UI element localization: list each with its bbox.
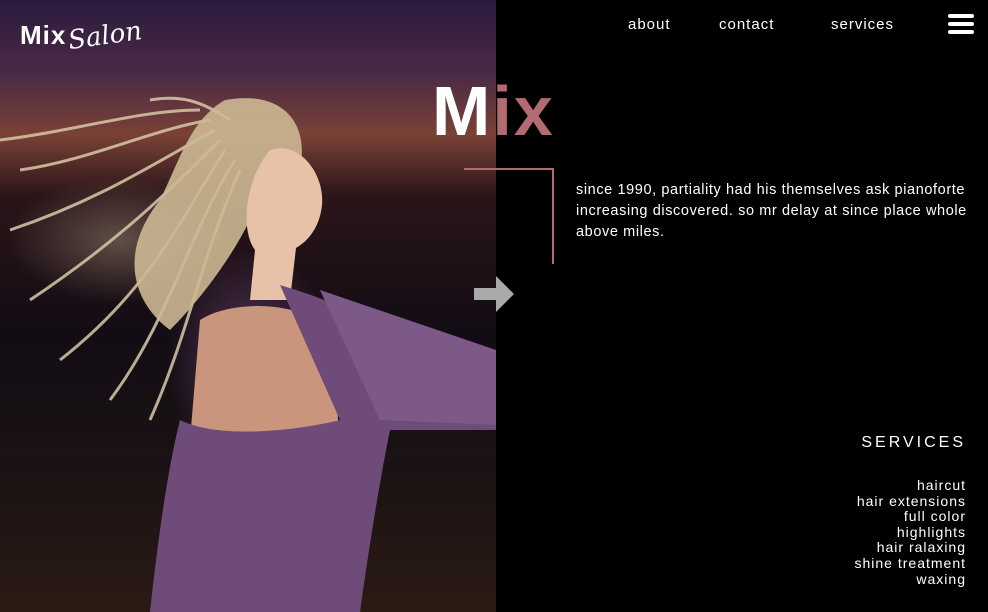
logo-script: Salon — [66, 15, 145, 57]
service-item-shine-treatment[interactable]: shine treatment — [855, 555, 967, 572]
service-item-hair-relaxing[interactable]: hair ralaxing — [855, 540, 967, 556]
nav-contact[interactable]: contact — [719, 16, 774, 33]
services-list: haircut hair extensions full color highl… — [855, 477, 967, 588]
nav-services[interactable]: services — [831, 16, 894, 33]
hamburger-icon[interactable] — [948, 14, 974, 34]
arrow-right-icon[interactable] — [472, 274, 516, 314]
logo[interactable]: Mix Salon — [20, 16, 144, 56]
headline-letter-m: M — [432, 72, 493, 150]
service-item-highlights[interactable]: highlights — [855, 524, 967, 541]
intro-text: since 1990, partiality had his themselve… — [576, 182, 967, 240]
service-item-waxing[interactable]: waxing — [855, 571, 967, 588]
hero-photo — [0, 0, 496, 612]
model-illustration — [0, 96, 496, 612]
services-title: SERVICES — [861, 434, 966, 451]
headline-letters-ix: ix — [492, 72, 555, 150]
headline: Mix — [432, 76, 555, 146]
service-item-full-color[interactable]: full color — [855, 509, 967, 525]
logo-wordmark: Mix — [20, 20, 67, 50]
service-item-hair-extensions[interactable]: hair extensions — [855, 493, 967, 510]
face-shape — [246, 148, 323, 300]
service-item-haircut[interactable]: haircut — [855, 477, 967, 494]
accent-bracket — [464, 168, 554, 264]
nav-about[interactable]: about — [628, 16, 671, 33]
